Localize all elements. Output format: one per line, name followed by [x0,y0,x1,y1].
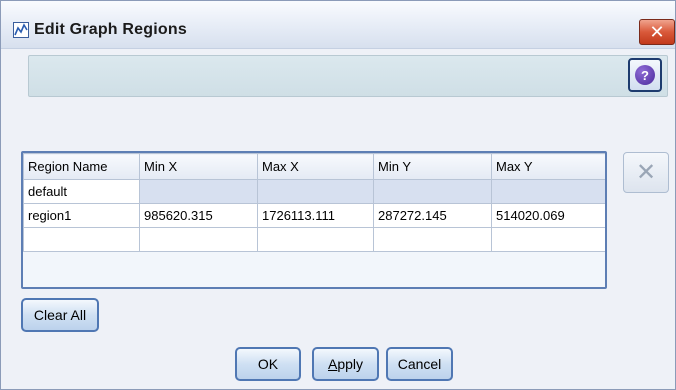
table-row[interactable]: default [23,179,605,204]
ok-button[interactable]: OK [235,347,301,381]
apply-label-rest: pply [337,356,364,372]
ok-label: OK [257,356,279,372]
max-x-cell[interactable]: 1726113.111 [257,203,374,228]
edit-graph-regions-dialog: Edit Graph Regions ✕ ? Region Name Min X… [0,0,676,390]
region-name-cell[interactable] [23,227,140,252]
window-title: Edit Graph Regions [34,21,187,38]
apply-label: Apply [328,356,363,372]
column-header-region-name[interactable]: Region Name [23,153,140,180]
max-x-cell [257,179,374,204]
graph-icon [13,22,29,38]
min-x-cell[interactable] [139,227,258,252]
max-x-cell[interactable] [257,227,374,252]
clear-all-label: Clear All [33,307,87,323]
min-y-cell[interactable] [373,227,492,252]
close-icon: ✕ [649,22,665,42]
regions-grid: Region Name Min X Max X Min Y Max Y defa… [23,153,605,252]
delete-region-button[interactable]: ✕ [623,152,669,193]
max-y-cell[interactable]: 514020.069 [491,203,605,228]
close-button[interactable]: ✕ [639,19,675,45]
cancel-label: Cancel [397,356,442,372]
table-row[interactable] [23,227,605,252]
column-header-max-y[interactable]: Max Y [491,153,605,180]
min-y-cell[interactable]: 287272.145 [373,203,492,228]
regions-table: Region Name Min X Max X Min Y Max Y defa… [21,151,607,289]
max-y-cell [491,179,605,204]
help-icon: ? [635,65,655,85]
title-bar[interactable]: Edit Graph Regions ✕ [1,1,675,49]
table-row[interactable]: region1 985620.315 1726113.111 287272.14… [23,203,605,228]
column-header-max-x[interactable]: Max X [257,153,374,180]
region-name-cell[interactable]: default [23,179,140,204]
max-y-cell[interactable] [491,227,605,252]
delete-icon: ✕ [635,159,657,186]
column-header-min-y[interactable]: Min Y [373,153,492,180]
header-row: Region Name Min X Max X Min Y Max Y [23,153,605,180]
help-button[interactable]: ? [628,58,662,92]
min-x-cell[interactable]: 985620.315 [139,203,258,228]
region-name-cell[interactable]: region1 [23,203,140,228]
column-header-min-x[interactable]: Min X [139,153,258,180]
apply-button[interactable]: Apply [312,347,379,381]
cancel-button[interactable]: Cancel [386,347,453,381]
min-y-cell [373,179,492,204]
apply-mnemonic: A [327,356,338,372]
min-x-cell [139,179,258,204]
toolbar-strip [28,55,668,97]
clear-all-button[interactable]: Clear All [21,298,99,332]
